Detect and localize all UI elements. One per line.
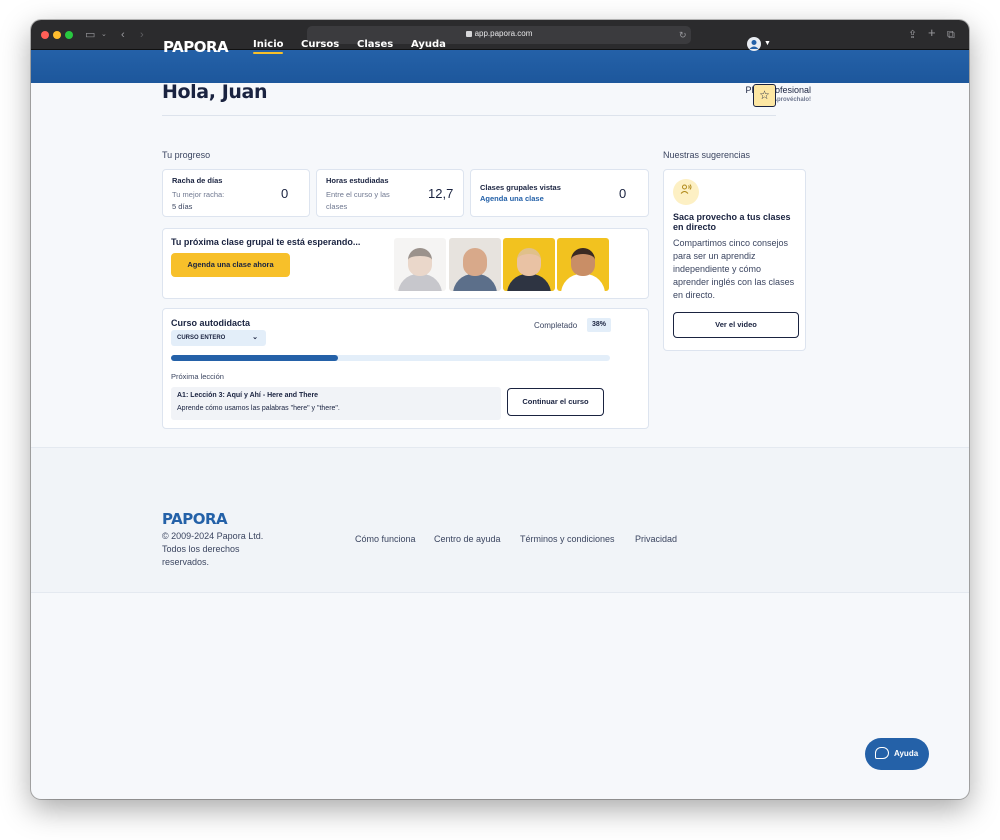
forward-icon[interactable]: › [140,28,144,42]
zoom-window-button[interactable] [65,31,73,39]
course-progress-bar [171,355,610,361]
next-lesson-box[interactable]: A1: Lección 3: Aquí y Ahí - Here and The… [171,387,501,420]
hours-sub-line2: clases [326,202,348,211]
user-menu-caret-icon[interactable]: ▼ [764,40,771,47]
nav-inicio[interactable]: Inicio [253,39,284,50]
divider [162,115,776,116]
course-title: Curso autodidacta [171,318,251,328]
user-avatar-icon[interactable] [747,37,761,51]
next-lesson-description: Aprende cómo usamos las palabras "here" … [177,405,340,412]
suggestion-text: Compartimos cinco consejos para ser un a… [673,238,795,300]
continue-course-button[interactable]: Continuar el curso [507,388,604,416]
nav-ayuda[interactable]: Ayuda [411,39,446,50]
schedule-class-button[interactable]: Agenda una clase ahora [171,253,290,277]
close-window-button[interactable] [41,31,49,39]
teacher-photo [557,238,609,291]
url-text: app.papora.com [474,29,533,38]
streak-title: Racha de días [172,176,223,185]
completed-label: Completado [534,321,578,330]
star-icon: ☆ [759,88,770,102]
hours-card: Horas estudiadas Entre el curso y las cl… [316,169,464,217]
help-label: Ayuda [894,749,919,758]
nav-cursos[interactable]: Cursos [301,39,339,50]
streak-best-value: 5 días [172,202,193,211]
progress-section-label: Tu progreso [162,150,211,160]
banner-title: Tu próxima clase grupal te está esperand… [171,237,361,247]
suggestions-section-label: Nuestras sugerencias [663,150,751,160]
share-icon[interactable]: ⇪ [908,28,917,42]
course-scope-value: CURSO ENTERO [177,335,226,341]
group-classes-card: Clases grupales vistas Agenda una clase … [470,169,649,217]
footer-link-privacy[interactable]: Privacidad [635,534,677,544]
suggestion-card: Saca provecho a tus clases en directo Co… [663,169,806,351]
course-card: Curso autodidacta CURSO ENTERO ⌄ Complet… [162,308,649,429]
footer-logo[interactable]: PAPORA [162,510,228,528]
minimize-window-button[interactable] [53,31,61,39]
next-lesson-title: A1: Lección 3: Aquí y Ahí - Here and The… [177,392,319,399]
help-chat-button[interactable]: Ayuda [865,738,929,770]
sidebar-icon[interactable]: ▭ [85,28,95,42]
teacher-photo [394,238,446,291]
chevron-down-icon: ⌄ [252,334,258,341]
hours-value: 12,7 [428,186,454,201]
hours-sub-line1: Entre el curso y las [326,190,390,199]
group-classes-value: 0 [619,186,627,201]
chat-bubble-icon [875,747,889,759]
streak-best-label: Tu mejor racha: [172,190,225,199]
hours-title: Horas estudiadas [326,176,389,185]
completed-percentage: 38% [587,318,611,332]
active-nav-indicator [253,52,283,54]
new-tab-icon[interactable]: + [928,26,936,40]
watch-video-button[interactable]: Ver el video [673,312,799,338]
copyright-text: © 2009-2024 Papora Ltd. Todos los derech… [162,531,264,567]
speaking-icon [673,179,699,205]
plan-star-button[interactable]: ☆ [753,84,776,107]
teacher-photo [449,238,501,291]
papora-logo[interactable]: PAPORA [163,38,229,56]
footer-link-help-center[interactable]: Centro de ayuda [434,534,501,544]
group-class-banner: Tu próxima clase grupal te está esperand… [162,228,649,299]
lock-icon [465,31,472,37]
page-title: Hola, Juan [162,81,268,103]
schedule-class-link[interactable]: Agenda una clase [480,193,544,204]
tab-overview-icon[interactable]: ⧉ [947,28,955,42]
streak-value: 0 [281,186,289,201]
footer-link-terms[interactable]: Términos y condiciones [520,534,615,544]
chevron-down-icon[interactable]: ⌄ [101,28,107,42]
course-scope-select[interactable]: CURSO ENTERO ⌄ [171,330,266,346]
reload-icon[interactable]: ↻ [679,28,687,42]
teacher-photo [503,238,555,291]
course-progress-fill [171,355,338,361]
plan-tagline: ¡Aprovéchalo! [770,97,811,103]
back-icon[interactable]: ‹ [121,28,125,42]
streak-card: Racha de días Tu mejor racha: 5 días 0 [162,169,310,217]
next-lesson-label: Próxima lección [171,372,224,381]
nav-clases[interactable]: Clases [357,39,393,50]
footer-link-how-it-works[interactable]: Cómo funciona [355,534,416,544]
suggestion-title: Saca provecho a tus clases en directo [673,212,791,232]
group-classes-title: Clases grupales vistas [480,183,561,192]
